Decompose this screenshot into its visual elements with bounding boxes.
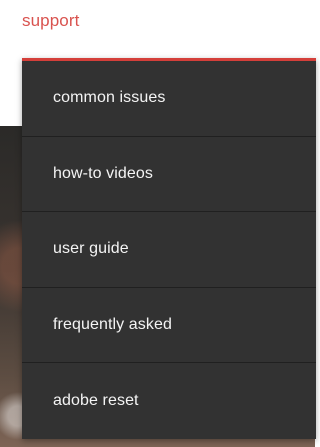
menu-item-user-guide[interactable]: user guide (22, 212, 316, 288)
menu-item-label: how-to videos (53, 164, 154, 182)
menu-item-common-issues[interactable]: common issues (22, 61, 316, 137)
menu-item-how-to-videos[interactable]: how-to videos (22, 137, 316, 213)
menu-item-frequently-asked[interactable]: frequently asked (22, 288, 316, 364)
menu-item-label: common issues (53, 89, 166, 107)
menu-item-label: frequently asked (53, 316, 173, 334)
menu-item-adobe-reset[interactable]: adobe reset (22, 363, 316, 439)
menu-item-label: adobe reset (53, 392, 139, 410)
menu-item-label: user guide (53, 240, 129, 258)
support-nav-link[interactable]: support (22, 10, 79, 32)
support-dropdown-menu: common issues how-to videos user guide f… (22, 58, 316, 439)
